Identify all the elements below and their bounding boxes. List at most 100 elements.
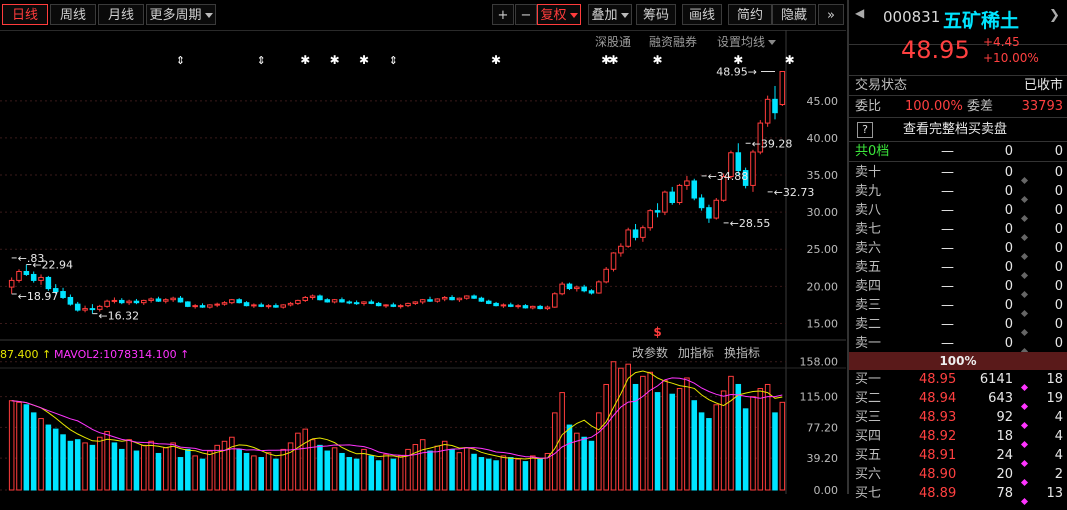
candle-body xyxy=(544,306,551,310)
candle-body xyxy=(463,295,470,299)
volume-bar xyxy=(302,428,309,491)
tab-weekly[interactable]: 周线 xyxy=(50,4,96,25)
quote-panel: ◀ 000831 五矿稀土 ❯ 48.95 +4.45 +10.00% 交易状态… xyxy=(847,0,1067,506)
ratio-label: 100% xyxy=(939,354,977,368)
volume-bar xyxy=(251,455,257,491)
candle-body xyxy=(537,305,543,310)
mavol2-legend: MAVOL2:1078314.100 ↑ xyxy=(54,348,189,361)
ask-row[interactable]: 卖三 — 0 0 xyxy=(849,296,1067,318)
volume-tool-button[interactable]: 改参数 xyxy=(632,345,668,360)
total-count: 0 xyxy=(1054,144,1063,159)
expand-icon[interactable]: » xyxy=(818,4,844,25)
bid-row[interactable]: 买三 48.93 92 4 xyxy=(849,408,1067,430)
level-price: 48.92 xyxy=(919,429,957,444)
volume-bar xyxy=(750,396,756,491)
bid-row[interactable]: 买六 48.90 20 2 xyxy=(849,465,1067,487)
fuquan-dropdown[interactable]: 复权 xyxy=(537,4,581,25)
ask-row[interactable]: 卖五 — 0 0 xyxy=(849,258,1067,280)
candle-body xyxy=(662,191,668,213)
candle-body xyxy=(471,295,477,299)
ask-row[interactable]: 卖八 — 0 0 xyxy=(849,201,1067,223)
kline-chart[interactable]: 45.00 40.00 35.00 30.00 25.00 20.00 15.00 ✱ ✱ ✱ ✱… xyxy=(0,30,846,494)
volume-bar xyxy=(207,450,213,491)
level-price: — xyxy=(941,165,954,180)
bid-row[interactable]: 买二 48.94 643 19 xyxy=(849,389,1067,411)
level-volume: 0 xyxy=(1004,336,1013,351)
volume-bar xyxy=(118,448,125,491)
price-tick-label: 20.00 xyxy=(807,280,839,293)
bid-row[interactable]: 买四 48.92 18 4 xyxy=(849,427,1067,449)
chips-button[interactable]: 筹码 xyxy=(636,4,676,25)
volume-bar xyxy=(713,404,720,491)
price-change: +4.45 xyxy=(983,35,1020,49)
volume-bar xyxy=(177,457,184,491)
volume-bar xyxy=(456,452,463,491)
candle-body xyxy=(309,295,316,298)
zoom-in-button[interactable]: + xyxy=(492,4,514,25)
bid-row[interactable]: 买五 48.91 24 4 xyxy=(849,446,1067,468)
volume-bar xyxy=(67,440,74,491)
tab-monthly[interactable]: 月线 xyxy=(98,4,144,25)
volume-tool-button[interactable]: 加指标 xyxy=(678,345,714,360)
candle-body xyxy=(485,300,492,304)
collapse-arrow-icon[interactable]: ◀ xyxy=(855,6,864,20)
candle-body xyxy=(280,304,287,308)
zoom-out-button[interactable]: − xyxy=(515,4,537,25)
level-label: 卖十 xyxy=(855,165,882,180)
last-price: 48.95 xyxy=(901,36,970,64)
candle-body xyxy=(265,305,272,308)
ask-row[interactable]: 卖二 — 0 0 xyxy=(849,315,1067,337)
volume-bar xyxy=(38,418,44,491)
help-icon[interactable]: ? xyxy=(857,122,873,138)
level-count: 4 xyxy=(1054,410,1063,425)
volume-bar xyxy=(691,400,698,491)
candle-body xyxy=(522,305,529,309)
level-price: — xyxy=(941,241,954,256)
candle-body xyxy=(324,299,331,303)
price-annotation: ←39.28 xyxy=(752,137,793,150)
price-tick-label: 15.00 xyxy=(807,317,839,330)
full-book-link[interactable]: 查看完整档买卖盘 xyxy=(903,120,1007,139)
overlay-dropdown[interactable]: 叠加 xyxy=(588,4,632,25)
volume-bar xyxy=(500,455,507,491)
stock-name: 五矿稀土 xyxy=(943,10,1020,32)
volume-bar xyxy=(155,452,162,491)
candle-body xyxy=(111,299,118,302)
candle-body xyxy=(383,304,389,307)
candle-body xyxy=(647,210,653,229)
volume-bar xyxy=(346,457,353,491)
bid-row[interactable]: 买一 48.95 6141 18 xyxy=(849,370,1067,392)
candle-body xyxy=(375,302,382,307)
candle-body xyxy=(596,281,602,294)
ask-row[interactable]: 卖六 — 0 0 xyxy=(849,239,1067,261)
ask-row[interactable]: 卖七 — 0 0 xyxy=(849,220,1067,242)
simple-mode-button[interactable]: 简约 xyxy=(728,4,772,25)
ask-row[interactable]: 卖十 — 0 0 xyxy=(849,163,1067,185)
weibi-value: 100.00% xyxy=(905,99,963,114)
candle-body xyxy=(507,304,514,307)
ask-row[interactable]: 卖九 — 0 0 xyxy=(849,182,1067,204)
level-label: 买五 xyxy=(855,448,882,463)
ask-row[interactable]: 卖一 — 0 0 xyxy=(849,334,1067,356)
level-count: 4 xyxy=(1054,448,1063,463)
volume-bar xyxy=(258,457,264,491)
volume-bar xyxy=(662,379,668,491)
candle-body xyxy=(346,301,353,304)
full-book-row[interactable]: ? 查看完整档买卖盘 xyxy=(849,120,1067,139)
volume-tool-button[interactable]: 换指标 xyxy=(724,345,760,360)
ask-row[interactable]: 卖四 — 0 0 xyxy=(849,277,1067,299)
more-periods-dropdown[interactable]: 更多周期 xyxy=(146,4,216,25)
price-annotation: ←16.32 xyxy=(98,310,139,323)
hide-button[interactable]: 隐藏 xyxy=(772,4,816,25)
mavol1-legend: 87.400 ↑ xyxy=(0,348,51,361)
volume-bar xyxy=(779,401,786,491)
volume-bar xyxy=(111,442,118,491)
volume-bar xyxy=(295,432,301,491)
chevron-right-icon[interactable]: ❯ xyxy=(1049,8,1060,23)
price-annotation: ←18.97 xyxy=(18,290,59,303)
weibi-row: 委比 100.00% 委差 33793 xyxy=(849,97,1067,116)
draw-line-button[interactable]: 画线 xyxy=(682,4,722,25)
tab-daily[interactable]: 日线 xyxy=(2,4,48,25)
volume-bar xyxy=(30,412,37,491)
price-tick-label: 45.00 xyxy=(807,95,839,108)
